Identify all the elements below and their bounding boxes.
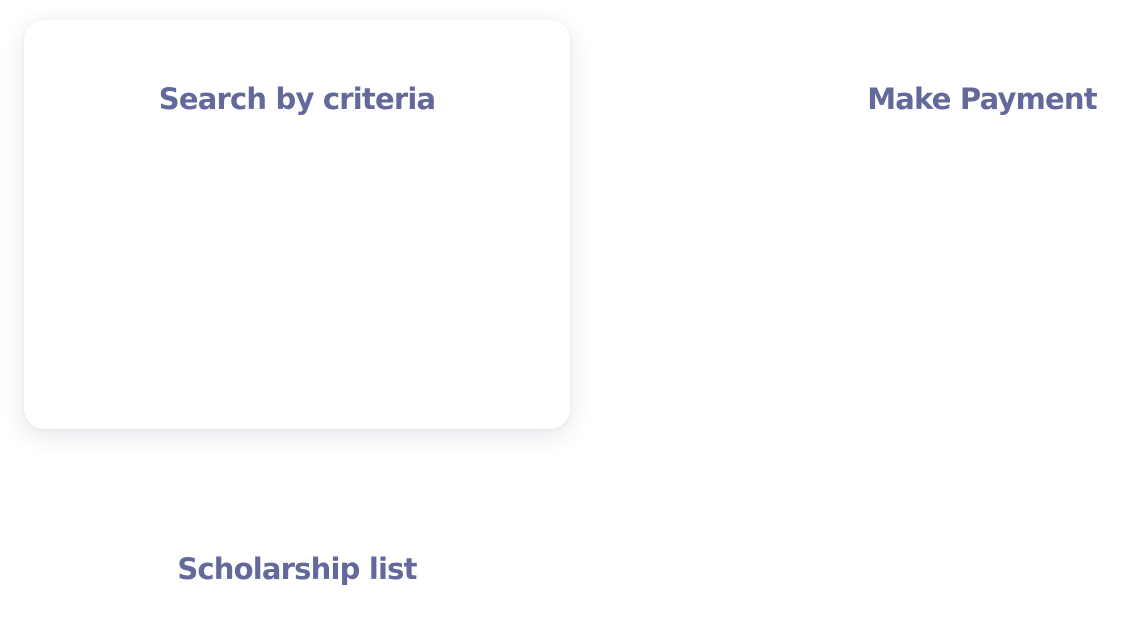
make-payment-card[interactable]: Make Payment	[820, 20, 1144, 429]
search-by-criteria-title: Search by criteria	[158, 82, 436, 116]
scholarship-list-card[interactable]: Scholarship list	[24, 492, 570, 631]
scholarship-list-title: Scholarship list	[177, 552, 417, 586]
make-payment-title: Make Payment	[867, 82, 1097, 116]
search-by-criteria-card[interactable]: Search by criteria	[24, 20, 570, 429]
